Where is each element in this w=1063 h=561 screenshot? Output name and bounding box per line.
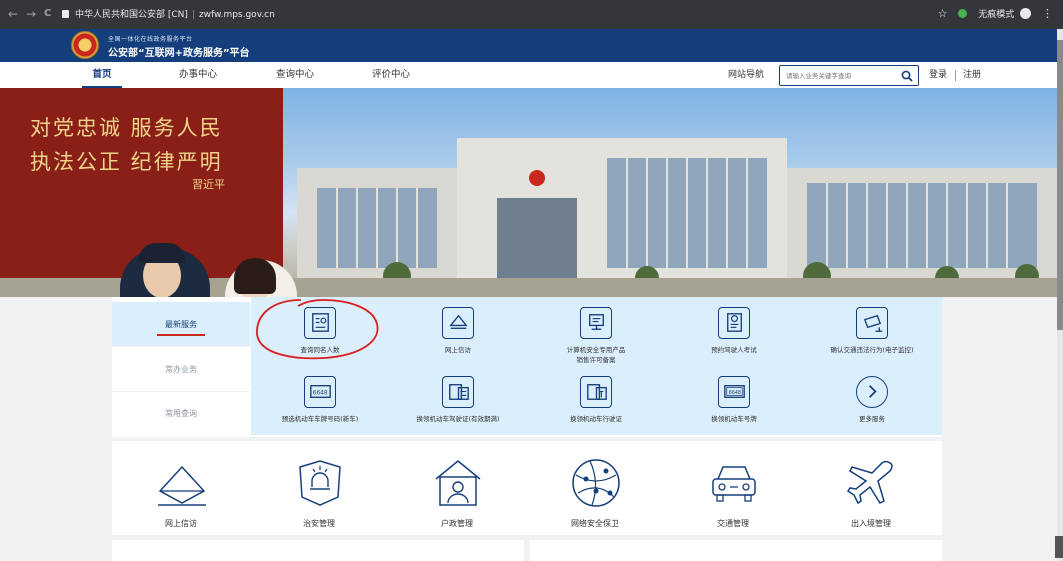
browser-menu-icon[interactable]: ⋮ bbox=[1042, 7, 1053, 20]
plate-renew-icon: 6648 bbox=[718, 376, 750, 408]
police-emblem-logo bbox=[71, 31, 99, 59]
camera-icon bbox=[856, 307, 888, 339]
household-icon bbox=[435, 460, 481, 506]
slogan-signature: 習近平 bbox=[192, 178, 225, 191]
ministry-building-image bbox=[297, 138, 1057, 288]
mail-icon bbox=[158, 465, 206, 506]
tab-common-queries[interactable]: 常用查询 bbox=[112, 391, 250, 436]
plate-number-text: 6648 bbox=[312, 390, 327, 396]
citizen-head bbox=[234, 258, 276, 297]
service-label: 预约驾驶人考试 bbox=[711, 346, 757, 354]
category-public-security[interactable]: 治安管理 bbox=[250, 441, 388, 535]
browser-actions: ☆ 无痕模式 ⋮ bbox=[930, 7, 1053, 21]
slogan-line-2: 执法公正 纪律严明 bbox=[30, 150, 223, 174]
driver-exam-icon bbox=[718, 307, 750, 339]
forward-icon[interactable]: → bbox=[26, 7, 36, 21]
extension-icon[interactable] bbox=[958, 9, 968, 18]
category-label: 治安管理 bbox=[303, 519, 335, 528]
service-panel: 最新服务 常办业务 常用查询 查询同名人数 网上信访 计算机安全专用产品 销售许… bbox=[112, 297, 942, 437]
nav-divider bbox=[955, 70, 956, 81]
service-more[interactable]: 更多服务 bbox=[803, 366, 941, 434]
service-online-petition[interactable]: 网上信访 bbox=[389, 297, 527, 365]
service-label: 预选机动车车牌号码(新车) bbox=[281, 415, 359, 423]
police-shield-icon bbox=[299, 460, 341, 506]
car-icon bbox=[712, 466, 756, 502]
service-renew-driving-license[interactable]: 换领机动车驾驶证(有效期满) bbox=[389, 366, 527, 434]
service-confirm-traffic-violation[interactable]: 确认交通违法行为(电子监控) bbox=[803, 297, 941, 365]
category-label: 户政管理 bbox=[441, 519, 473, 528]
site-header: 全国一体化在线政务服务平台 公安部“互联网+政务服务”平台 bbox=[0, 29, 1057, 62]
scroll-thumb[interactable] bbox=[1057, 40, 1063, 330]
red-annotation-circle bbox=[256, 299, 379, 360]
service-preselect-plate[interactable]: 6648 预选机动车车牌号码(新车) bbox=[251, 366, 389, 434]
header-subtitle: 全国一体化在线政务服务平台 bbox=[108, 36, 193, 43]
license-renew-icon bbox=[442, 376, 474, 408]
category-label: 网上信访 bbox=[165, 519, 197, 528]
service-label: 计算机安全专用产品 销售许可备案 bbox=[566, 346, 626, 364]
more-icon bbox=[856, 376, 888, 408]
envelope-icon bbox=[442, 307, 474, 339]
category-exit-entry[interactable]: 出入境管理 bbox=[802, 441, 940, 535]
category-label: 交通管理 bbox=[717, 519, 749, 528]
airplane-icon bbox=[846, 460, 893, 505]
network-icon bbox=[572, 459, 620, 507]
tab-common-business[interactable]: 常办业务 bbox=[112, 347, 250, 392]
url-text: zwfw.mps.gov.cn bbox=[198, 10, 275, 20]
search-box bbox=[779, 65, 919, 86]
address-bar[interactable]: 中华人民共和国公安部 [CN] | zwfw.mps.gov.cn bbox=[62, 6, 275, 24]
vehicle-license-icon bbox=[580, 376, 612, 408]
browser-toolbar: ← → C 中华人民共和国公安部 [CN] | zwfw.mps.gov.cn ☆ … bbox=[0, 0, 1063, 29]
service-label: 网上信访 bbox=[445, 346, 471, 354]
main-nav: 首页 办事中心 查询中心 评价中心 网站导航 登录 注册 bbox=[0, 62, 1057, 88]
category-online-petition[interactable]: 网上信访 bbox=[112, 441, 250, 535]
service-renew-vehicle-license[interactable]: 换领机动车行驶证 bbox=[527, 366, 665, 434]
service-computer-security-filing[interactable]: 计算机安全专用产品 销售许可备案 bbox=[527, 297, 665, 365]
lock-icon bbox=[62, 10, 69, 18]
category-label: 网络安全保卫 bbox=[571, 519, 619, 528]
computer-icon bbox=[580, 307, 612, 339]
service-label: 换领机动车驾驶证(有效期满) bbox=[416, 415, 500, 423]
service-renew-plate[interactable]: 6648 换领机动车号牌 bbox=[665, 366, 803, 434]
reload-icon[interactable]: C bbox=[44, 7, 51, 21]
incognito-icon bbox=[1020, 8, 1032, 19]
plate-select-icon: 6648 bbox=[304, 376, 336, 408]
service-label: 确认交通违法行为(电子监控) bbox=[830, 346, 914, 354]
category-household-admin[interactable]: 户政管理 bbox=[388, 441, 526, 535]
nav-home[interactable]: 首页 bbox=[72, 62, 132, 88]
hero-banner: 对党忠诚 服务人民 执法公正 纪律严明 習近平 bbox=[0, 88, 1057, 297]
site-title[interactable]: 公安部“互联网+政务服务”平台 bbox=[108, 44, 250, 59]
plate-number-text: 6648 bbox=[728, 390, 740, 396]
service-label: 更多服务 bbox=[859, 415, 885, 423]
service-tabs: 最新服务 常办业务 常用查询 bbox=[112, 297, 250, 435]
category-network-security[interactable]: 网络安全保卫 bbox=[526, 441, 664, 535]
category-traffic-management[interactable]: 交通管理 bbox=[664, 441, 802, 535]
search-icon[interactable] bbox=[901, 70, 913, 82]
nav-evaluation-center[interactable]: 评价中心 bbox=[361, 62, 421, 88]
service-label: 换领机动车号牌 bbox=[711, 415, 757, 423]
slogan-line-1: 对党忠诚 服务人民 bbox=[30, 116, 223, 140]
site-map-link[interactable]: 网站导航 bbox=[728, 62, 764, 88]
category-strip: 网上信访 治安管理 户政管理 网络安全保卫 交通管理 出入境管理 bbox=[112, 441, 942, 535]
site-owner: 中华人民共和国公安部 [CN] bbox=[75, 10, 188, 20]
content-panel-right bbox=[530, 540, 942, 561]
nav-query-center[interactable]: 查询中心 bbox=[265, 62, 325, 88]
tab-latest-services[interactable]: 最新服务 bbox=[112, 302, 250, 347]
search-input[interactable] bbox=[786, 69, 896, 83]
back-icon[interactable]: ← bbox=[8, 7, 18, 21]
incognito-label[interactable]: 无痕模式 bbox=[978, 10, 1014, 20]
nav-service-center[interactable]: 办事中心 bbox=[168, 62, 228, 88]
category-label: 出入境管理 bbox=[851, 519, 891, 528]
service-label: 换领机动车行驶证 bbox=[570, 415, 622, 423]
officer-head bbox=[139, 243, 185, 297]
login-link[interactable]: 登录 bbox=[929, 62, 947, 88]
side-widget[interactable] bbox=[1055, 536, 1063, 558]
service-driver-exam-booking[interactable]: 预约驾驶人考试 bbox=[665, 297, 803, 365]
url-separator: | bbox=[191, 10, 195, 20]
content-panel-left bbox=[112, 540, 524, 561]
register-link[interactable]: 注册 bbox=[963, 62, 981, 88]
bookmark-star-icon[interactable]: ☆ bbox=[938, 7, 948, 20]
